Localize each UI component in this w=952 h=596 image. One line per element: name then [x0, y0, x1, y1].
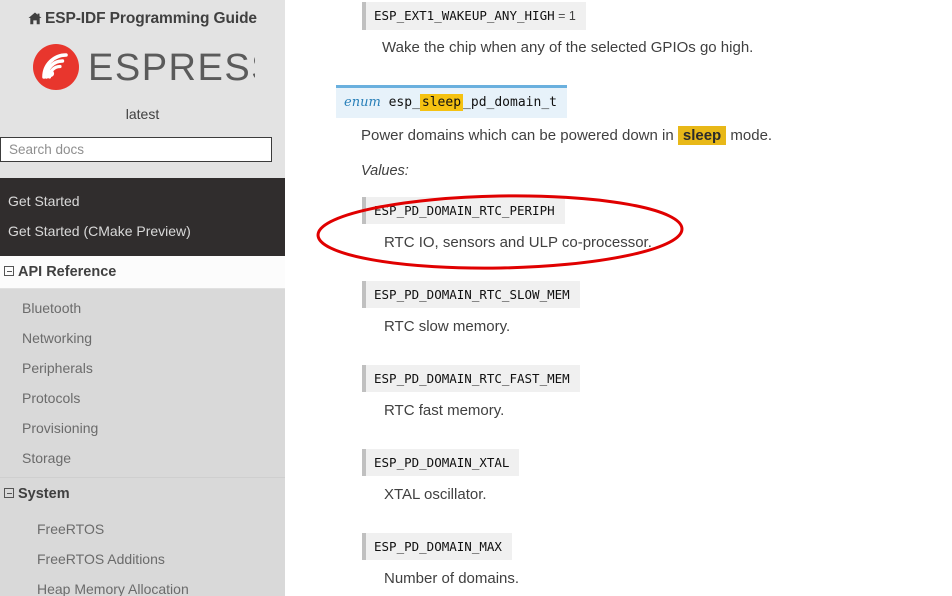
minus-box-icon[interactable]: [4, 266, 14, 276]
search-highlight: sleep: [677, 126, 727, 145]
version-label: latest: [125, 106, 160, 122]
home-icon: [28, 12, 42, 30]
espressif-logo[interactable]: ESPRESSIF: [0, 42, 285, 94]
enumerator-description-rtc-periph: RTC IO, sensors and ULP co-processor.: [384, 234, 652, 251]
sidebar-item-freertos[interactable]: FreeRTOS: [0, 514, 285, 544]
sidebar-item-provisioning[interactable]: Provisioning: [0, 413, 285, 443]
enumerator-description-rtc-slow-mem: RTC slow memory.: [384, 318, 511, 335]
sidebar-section-label: API Reference: [18, 264, 117, 280]
values-label: Values:: [361, 163, 409, 179]
enumerator-description-xtal: XTAL oscillator.: [384, 486, 487, 503]
enum-description: Power domains which can be powered down …: [361, 126, 772, 146]
enumerator-description-max: Number of domains.: [384, 570, 520, 587]
enumerator-description-rtc-fast-mem: RTC fast memory.: [384, 402, 505, 419]
espressif-logo-mark: [33, 44, 79, 90]
enumerator-value: 1: [568, 9, 576, 23]
sidebar-item-networking[interactable]: Networking: [0, 323, 285, 353]
sidebar-item-heap-memory-allocation[interactable]: Heap Memory Allocation: [0, 574, 285, 596]
nav-primary-group: Get Started Get Started (CMake Preview): [0, 178, 285, 256]
enum-keyword: enum: [344, 95, 381, 110]
main-content: ESP_EXT1_WAKEUP_ANY_HIGH = 1 Wake the ch…: [285, 0, 952, 596]
svg-text:ESPRESSIF: ESPRESSIF: [88, 47, 255, 89]
sidebar-item-get-started[interactable]: Get Started: [0, 186, 285, 216]
equals-sign: =: [558, 9, 566, 23]
enumerator-name: ESP_EXT1_WAKEUP_ANY_HIGH: [374, 8, 555, 23]
sidebar-section-label: System: [18, 486, 70, 502]
sidebar-section-system[interactable]: System: [0, 477, 285, 510]
sidebar-brand-title[interactable]: ESP-IDF Programming Guide: [0, 0, 285, 30]
enumerator-signature-ext1-wakeup-any-high: ESP_EXT1_WAKEUP_ANY_HIGH = 1: [362, 2, 586, 30]
search-input[interactable]: [0, 137, 272, 162]
enumerator-signature-rtc-fast-mem: ESP_PD_DOMAIN_RTC_FAST_MEM: [362, 365, 580, 392]
sidebar-title-text: ESP-IDF Programming Guide: [45, 10, 257, 27]
sidebar-item-storage[interactable]: Storage: [0, 443, 285, 473]
sidebar-subitems-api-reference: Bluetooth Networking Peripherals Protoco…: [0, 289, 285, 477]
enum-signature-esp-sleep-pd-domain-t: enum esp_ sleep _pd_domain_t: [336, 85, 567, 118]
enumerator-description-ext1-wakeup-any-high: Wake the chip when any of the selected G…: [382, 39, 754, 56]
enumerator-signature-xtal: ESP_PD_DOMAIN_XTAL: [362, 449, 520, 476]
sidebar-item-get-started-cmake[interactable]: Get Started (CMake Preview): [0, 216, 285, 246]
enum-name-prefix: esp_: [388, 95, 420, 110]
sidebar-item-protocols[interactable]: Protocols: [0, 383, 285, 413]
enum-description-before: Power domains which can be powered down …: [361, 127, 678, 144]
enum-description-after: mode.: [726, 127, 773, 144]
sidebar-item-bluetooth[interactable]: Bluetooth: [0, 293, 285, 323]
sidebar: ESP-IDF Programming Guide ESPRESSIF late…: [0, 0, 285, 596]
minus-box-icon[interactable]: [4, 488, 14, 498]
sidebar-subitems-system: FreeRTOS FreeRTOS Additions Heap Memory …: [0, 510, 285, 596]
enumerator-signature-rtc-periph: ESP_PD_DOMAIN_RTC_PERIPH: [362, 197, 565, 224]
search-highlight: sleep: [419, 94, 464, 111]
sidebar-section-api-reference[interactable]: API Reference: [0, 256, 285, 289]
sidebar-item-peripherals[interactable]: Peripherals: [0, 353, 285, 383]
enum-name-suffix: _pd_domain_t: [463, 95, 557, 110]
enumerator-signature-max: ESP_PD_DOMAIN_MAX: [362, 533, 512, 560]
enumerator-signature-rtc-slow-mem: ESP_PD_DOMAIN_RTC_SLOW_MEM: [362, 281, 580, 308]
sidebar-item-freertos-additions[interactable]: FreeRTOS Additions: [0, 544, 285, 574]
